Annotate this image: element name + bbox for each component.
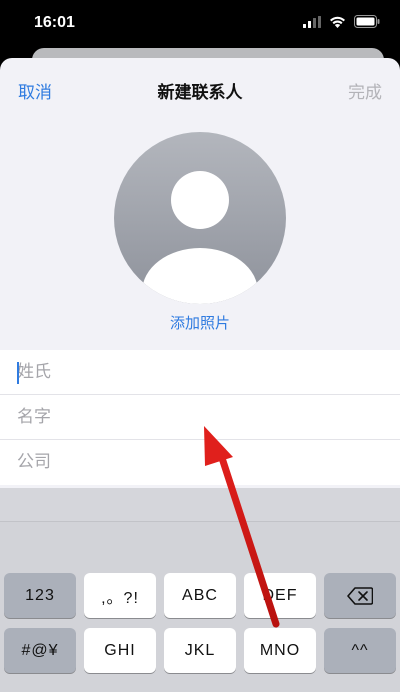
- text-cursor: [17, 362, 19, 384]
- key-123[interactable]: 123: [4, 573, 76, 618]
- key-def[interactable]: DEF: [244, 573, 316, 618]
- key-mno[interactable]: MNO: [244, 628, 316, 673]
- status-icons: [303, 15, 380, 28]
- delete-key[interactable]: [324, 573, 396, 618]
- wifi-icon: [330, 16, 345, 28]
- avatar[interactable]: [114, 132, 286, 304]
- person-silhouette-icon: [142, 171, 258, 304]
- key-abc[interactable]: ABC: [164, 573, 236, 618]
- contact-form: [0, 350, 400, 485]
- cellular-signal-icon: [303, 15, 321, 28]
- status-time: 16:01: [34, 14, 75, 31]
- last-name-row: [0, 350, 400, 395]
- last-name-field[interactable]: [17, 350, 377, 394]
- keyboard-suggestion-bar: [0, 488, 400, 522]
- company-field[interactable]: [17, 440, 377, 484]
- key-emoticon[interactable]: ^^: [324, 628, 396, 673]
- done-button[interactable]: 完成: [348, 78, 382, 103]
- first-name-row: [0, 395, 400, 440]
- page-title: 新建联系人: [157, 83, 243, 102]
- status-bar: 16:01: [0, 0, 400, 48]
- add-photo-link[interactable]: 添加照片: [0, 312, 400, 333]
- key-punctuation[interactable]: ,。?!: [84, 573, 156, 618]
- battery-icon: [354, 15, 380, 28]
- backspace-icon: [347, 586, 373, 605]
- key-ghi[interactable]: GHI: [84, 628, 156, 673]
- keyboard: 123 ,。?! ABC DEF #@¥ GHI JKL MNO ^^: [0, 488, 400, 692]
- key-symbols[interactable]: #@¥: [4, 628, 76, 673]
- key-jkl[interactable]: JKL: [164, 628, 236, 673]
- company-row: [0, 440, 400, 485]
- first-name-field[interactable]: [17, 395, 377, 439]
